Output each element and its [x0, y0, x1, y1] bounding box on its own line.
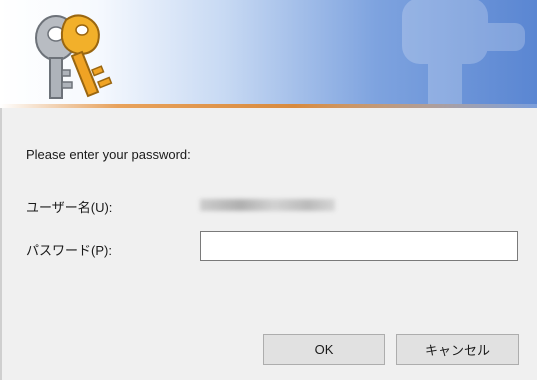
keys-watermark-icon: [402, 0, 525, 104]
banner-divider: [0, 104, 537, 108]
username-value-blurred: [200, 199, 335, 211]
cancel-button[interactable]: キャンセル: [396, 334, 519, 365]
password-dialog: Please enter your password: ユーザー名(U): パス…: [0, 0, 537, 380]
username-label: ユーザー名(U):: [26, 200, 113, 215]
keys-icon: [35, 14, 113, 99]
password-input[interactable]: [200, 231, 518, 261]
password-label: パスワード(P):: [26, 243, 112, 258]
password-prompt: Please enter your password:: [26, 147, 191, 162]
ok-button[interactable]: OK: [263, 334, 385, 365]
dialog-banner: [0, 0, 537, 108]
